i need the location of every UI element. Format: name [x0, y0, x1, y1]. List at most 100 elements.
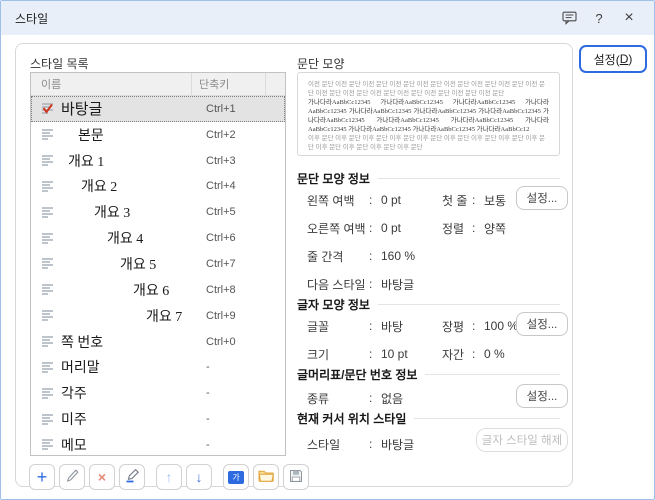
style-detail-panel: 문단 모양 이전 문단 이전 문단 이전 문단 이전 문단 이전 문단 이전 문… — [297, 44, 568, 486]
style-rows: 바탕글 Ctrl+1 본문 Ctrl+2 개요 1 Ctrl+3 개요 2 Ctrl+4 개요 … — [31, 96, 285, 455]
dialog-title: 스타일 — [15, 11, 49, 26]
style-shortcut: Ctrl+7 — [206, 257, 236, 270]
style-list-item[interactable]: 쪽 번호 Ctrl+0 — [31, 329, 285, 355]
paragraph-icon — [41, 232, 54, 245]
style-shortcut: Ctrl+0 — [206, 335, 236, 348]
style-shortcut: - — [206, 413, 210, 426]
paragraph-icon — [41, 387, 54, 400]
bullet-info-title: 글머리표/문단 번호 정보 — [297, 366, 560, 383]
list-header: 이름 단축키 — [31, 73, 285, 96]
down-arrow-icon: ↓ — [195, 469, 203, 485]
pencil-icon — [65, 468, 80, 486]
style-name: 개요 6 — [133, 283, 170, 299]
style-list-item[interactable]: 바탕글 Ctrl+1 — [31, 96, 285, 122]
add-style-button[interactable]: + — [29, 464, 55, 490]
up-arrow-icon: ↑ — [165, 469, 173, 485]
style-name: 개요 5 — [120, 257, 157, 273]
paragraph-icon — [41, 361, 54, 374]
column-header-spacer — [265, 73, 285, 95]
style-shortcut: - — [206, 438, 210, 451]
paragraph-icon — [41, 128, 54, 141]
style-shortcut: - — [206, 387, 210, 400]
move-up-button[interactable]: ↑ — [156, 464, 182, 490]
paragraph-icon — [41, 438, 54, 451]
style-name: 각주 — [61, 387, 87, 403]
style-list: 이름 단축키 바탕글 Ctrl+1 본문 Ctrl+2 개요 1 Ctrl+3 개요 2 Ct… — [30, 72, 286, 456]
style-list-panel: 스타일 목록 이름 단축키 바탕글 Ctrl+1 본문 Ctrl+2 개요 1 Ctrl+… — [16, 44, 309, 490]
style-list-item[interactable]: 개요 6 Ctrl+8 — [31, 277, 285, 303]
info-row-right-margin: 오른쪽 여백 : 0 pt 정렬 : 양쪽 — [307, 221, 507, 236]
open-folder-icon — [258, 469, 275, 485]
close-icon[interactable]: × — [618, 6, 640, 30]
style-list-item[interactable]: 개요 2 Ctrl+4 — [31, 174, 285, 200]
style-name: 머리말 — [61, 361, 100, 377]
edit-style-button[interactable] — [59, 464, 85, 490]
style-shortcut: Ctrl+3 — [206, 154, 236, 167]
checked-paragraph-icon — [41, 102, 54, 115]
style-gallery-button[interactable]: 가 — [223, 464, 249, 490]
style-shortcut: Ctrl+4 — [206, 180, 236, 193]
import-style-button[interactable] — [253, 464, 279, 490]
style-list-item[interactable]: 미주 - — [31, 406, 285, 432]
style-shortcut: - — [206, 361, 210, 374]
style-name: 개요 3 — [94, 206, 131, 222]
style-list-item[interactable]: 개요 1 Ctrl+3 — [31, 148, 285, 174]
style-name: 메모 — [61, 438, 87, 454]
style-list-item[interactable]: 각주 - — [31, 380, 285, 406]
titlebar: 스타일 ? × — [1, 1, 654, 35]
release-char-style-button[interactable]: 글자 스타일 해제 — [476, 428, 568, 452]
settings-button[interactable]: 설정(D) — [579, 45, 647, 73]
info-row-line-spacing: 줄 간격 : 160 % — [307, 249, 416, 264]
x-icon: × — [97, 469, 107, 485]
titlebar-icons: ? × — [558, 6, 640, 30]
style-dialog: 스타일 ? × 설정(D) 스타일 목록 이름 단축키 바탕글 Ctrl+1 … — [0, 0, 655, 500]
style-name: 쪽 번호 — [61, 335, 104, 351]
content-panel: 스타일 목록 이름 단축키 바탕글 Ctrl+1 본문 Ctrl+2 개요 1 Ctrl+… — [15, 43, 573, 490]
style-shortcut: Ctrl+1 — [206, 102, 236, 115]
paragraph-icon — [41, 413, 54, 426]
help-icon[interactable]: ? — [588, 6, 610, 30]
preview-after-text: 이후 문단 이후 문단 이후 문단 이후 문단 이후 문단 이후 문단 이후 문… — [308, 135, 545, 151]
paragraph-icon — [41, 335, 54, 348]
paragraph-info-title: 문단 모양 정보 — [297, 170, 560, 187]
delete-style-button[interactable]: × — [89, 464, 115, 490]
style-name: 개요 1 — [68, 154, 105, 170]
style-list-item[interactable]: 메모 - — [31, 432, 285, 455]
style-list-item[interactable]: 본문 Ctrl+2 — [31, 122, 285, 148]
style-list-label: 스타일 목록 — [30, 57, 89, 71]
column-header-shortcut: 단축키 — [191, 73, 265, 95]
style-list-item[interactable]: 개요 4 Ctrl+6 — [31, 225, 285, 251]
style-name: 미주 — [61, 413, 87, 429]
info-row-next-style: 다음 스타일 : 바탕글 — [307, 277, 415, 292]
column-header-name: 이름 — [41, 79, 62, 91]
move-down-button[interactable]: ↓ — [186, 464, 212, 490]
paragraph-icon — [41, 257, 54, 270]
style-list-item[interactable]: 머리말 - — [31, 354, 285, 380]
style-shortcut: Ctrl+5 — [206, 206, 236, 219]
style-name: 개요 7 — [146, 309, 183, 325]
bullet-settings-button[interactable]: 설정... — [516, 384, 568, 408]
paragraph-icon — [41, 309, 54, 322]
style-list-item[interactable]: 개요 3 Ctrl+5 — [31, 199, 285, 225]
style-name: 바탕글 — [61, 102, 103, 119]
style-shortcut: Ctrl+8 — [206, 283, 236, 296]
paragraph-icon — [41, 154, 54, 167]
style-template-icon: 가 — [228, 470, 244, 484]
cursor-info-title: 현재 커서 위치 스타일 — [297, 410, 560, 427]
char-style-button[interactable] — [119, 464, 145, 490]
style-list-item[interactable]: 개요 5 Ctrl+7 — [31, 251, 285, 277]
preview-label: 문단 모양 — [297, 57, 345, 71]
info-row-size: 크기 : 10 pt 자간 : 0 % — [307, 347, 505, 362]
plus-icon: + — [36, 467, 48, 487]
preview-sample-text: 가나다라AaBbCc12345 가나다라AaBbCc12345 가나다라AaBb… — [308, 99, 549, 133]
style-name: 개요 2 — [81, 180, 118, 196]
char-settings-button[interactable]: 설정... — [516, 312, 568, 336]
paragraph-icon — [41, 206, 54, 219]
feedback-icon[interactable] — [558, 6, 580, 30]
paragraph-icon — [41, 180, 54, 193]
style-shortcut: Ctrl+2 — [206, 128, 236, 141]
style-shortcut: Ctrl+6 — [206, 232, 236, 245]
char-info-title: 글자 모양 정보 — [297, 296, 560, 313]
style-list-item[interactable]: 개요 7 Ctrl+9 — [31, 303, 285, 329]
paragraph-settings-button[interactable]: 설정... — [516, 186, 568, 210]
